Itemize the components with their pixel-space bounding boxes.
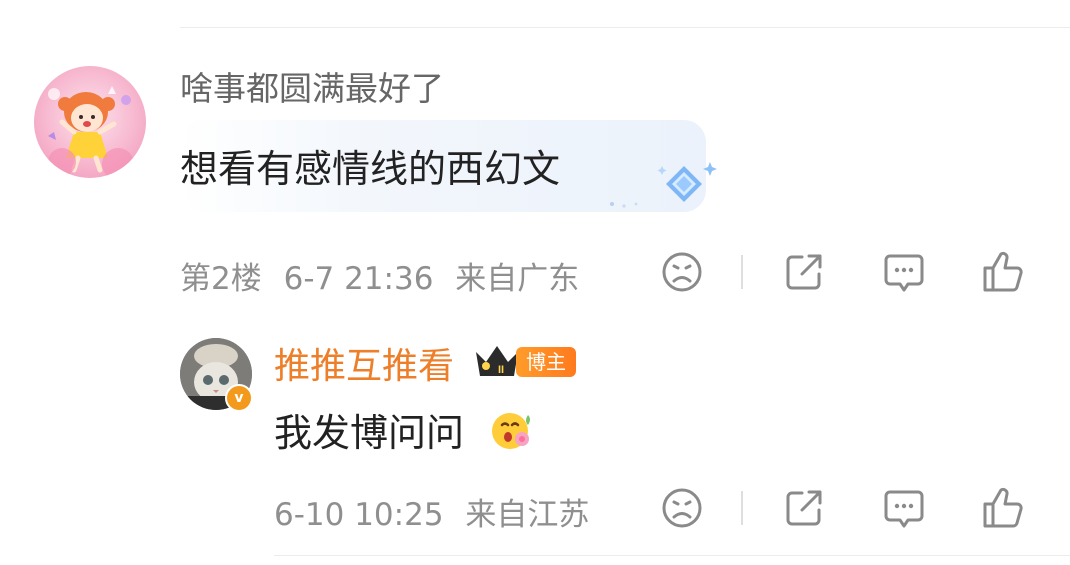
share-icon [786,490,822,526]
share-button[interactable] [782,250,826,294]
thumbs-up-icon [983,487,1023,528]
comment-meta: 第2楼 6-7 21:36 来自广东 [180,253,579,298]
dislike-button[interactable] [660,250,704,294]
thumbs-up-icon [983,251,1023,292]
commenter-avatar[interactable] [34,66,146,178]
reply-location: 来自江苏 [465,497,590,533]
reply-text: 我发博问问 [274,411,465,455]
floor-label: 第2楼 [180,261,262,297]
comment-icon [884,490,924,528]
comment-location: 来自广东 [455,261,580,297]
reply-datetime: 6-10 10:25 [274,497,444,533]
reply-like-button[interactable] [981,486,1025,530]
cartoon-girl-icon [48,86,134,178]
comment-datetime: 6-7 21:36 [283,261,434,297]
comment-icon [884,254,924,292]
bottom-divider [274,555,1070,556]
verified-badge: v [225,384,253,412]
action-separator [741,255,743,289]
flower-face-emoji-icon [492,413,530,449]
commenter-username[interactable]: 啥事都圆满最好了 [180,62,444,110]
blogger-username[interactable]: 推推互推看 [274,337,454,389]
reply-comment-button[interactable] [882,486,926,530]
top-divider [180,27,1070,28]
reply-meta: 6-10 10:25 来自江苏 [274,489,589,534]
blogger-badge: 博主 [516,347,576,377]
sad-face-icon [662,488,702,528]
action-separator [741,491,743,525]
reply-dislike-button[interactable] [660,486,704,530]
crown-level-icon: II [476,346,518,376]
comment-button[interactable] [882,250,926,294]
crown-level-text: II [498,364,504,376]
diamond-sparkle-icon [610,162,717,208]
like-button[interactable] [981,250,1025,294]
sad-face-icon [662,252,702,292]
reply-share-button[interactable] [782,486,826,530]
comment-text: 想看有感情线的西幻文 [180,147,561,191]
share-icon [786,254,822,290]
